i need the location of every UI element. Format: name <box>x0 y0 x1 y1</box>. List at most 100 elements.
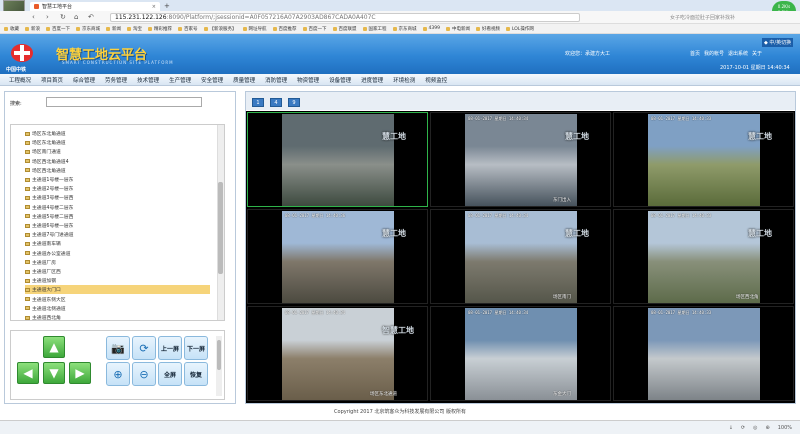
video-cell[interactable]: 08-01-2017 星期日 14:40:33 <box>613 306 794 401</box>
status-item[interactable]: 100% <box>778 425 792 431</box>
tree-node-camera[interactable]: 场区南门通道 <box>25 147 61 156</box>
video-cell[interactable]: 08-01-2017 星期日 14:40:33 慧工地 <box>613 112 794 207</box>
prev-screen-button[interactable]: 上一屏 <box>158 336 182 360</box>
header-link[interactable]: 我的帐号 <box>704 50 724 57</box>
snapshot-button[interactable]: 📷 <box>106 336 130 360</box>
zoom-in-button[interactable]: ⊕ <box>106 362 130 386</box>
tree-node-camera[interactable]: 主通道厂区西 <box>25 267 61 276</box>
rotate-button[interactable]: ⟳ <box>132 336 156 360</box>
ptz-right-button[interactable]: ▶ <box>69 362 91 384</box>
fullscreen-button[interactable]: 全屏 <box>158 362 182 386</box>
ptz-down-button[interactable]: ▼ <box>43 362 65 384</box>
bookmark-item[interactable]: 百度一下 <box>46 26 70 32</box>
video-cell[interactable]: 08-01-2017 星期日 14:40:34 慧工地 东门出入 <box>430 112 611 207</box>
video-cell[interactable]: 08-01-2017 星期日 14:40:33 慧工地 场区西北角 <box>613 209 794 304</box>
video-cell[interactable]: 08-01-2017 星期日 14:40:34 慧工地 场区南门 <box>430 209 611 304</box>
browser-tab[interactable]: 智慧工地平台 × <box>30 2 160 11</box>
menu-item[interactable]: 消防管理 <box>260 76 292 84</box>
zoom-out-button[interactable]: ⊖ <box>132 362 156 386</box>
status-item[interactable]: ↓ <box>729 425 733 431</box>
tree-node-camera[interactable]: 主通道南车辆 <box>25 239 61 248</box>
layout-1-button[interactable]: 1 <box>252 98 264 107</box>
tree-scroll-thumb[interactable] <box>218 182 223 274</box>
header-link[interactable]: 退出系统 <box>728 50 748 57</box>
bookmark-item[interactable]: 收藏 <box>4 26 19 32</box>
tree-node-camera[interactable]: 场区西北角通道4 <box>25 157 69 166</box>
menu-item[interactable]: 进度管理 <box>356 76 388 84</box>
bookmark-item[interactable]: 百度联盟 <box>332 26 357 32</box>
bookmark-item[interactable]: 新闻 <box>106 26 121 32</box>
video-cell[interactable]: 08-01-2017 星期日 14:40:36 慧工地 <box>247 209 428 304</box>
menu-item[interactable]: 环境检测 <box>388 76 420 84</box>
layout-9-button[interactable]: 9 <box>288 98 300 107</box>
reload-icon[interactable]: ↻ <box>60 13 66 21</box>
tree-node-camera[interactable]: 主通道东侧大区 <box>25 295 66 304</box>
menu-item[interactable]: 质量管理 <box>228 76 260 84</box>
forward-icon[interactable]: › <box>46 13 49 21</box>
tree-node-camera[interactable]: 主通道2号楼一层东 <box>25 184 73 193</box>
bookmark-item[interactable]: 【新浪服务】 <box>203 26 237 32</box>
home-icon[interactable]: ⌂ <box>74 13 78 21</box>
tree-node-camera[interactable]: 主通道4号楼二层东 <box>25 203 73 212</box>
status-item[interactable]: ◎ <box>753 425 757 431</box>
bookmark-item[interactable]: 网址导航 <box>242 26 267 32</box>
menu-item[interactable]: 综合管理 <box>68 76 100 84</box>
status-item[interactable]: ⟳ <box>741 425 745 431</box>
tree-node-camera[interactable]: 主通道办公室通道 <box>25 249 70 258</box>
header-link[interactable]: 关于 <box>752 50 762 57</box>
browser-search-hint[interactable]: 女子吃冷面拉肚子回家补找补 <box>670 14 735 21</box>
ptz-left-button[interactable]: ◀ <box>17 362 39 384</box>
video-cell[interactable]: 08-01-2017 星期日 14:40:34 智慧工地 场区东北通道 <box>247 306 428 401</box>
tree-node-camera[interactable]: 主通道北侧通道 <box>25 304 66 313</box>
layout-4-button[interactable]: 4 <box>270 98 282 107</box>
tree-node-camera[interactable]: 主通道大门口 <box>25 285 210 295</box>
header-link[interactable]: 首页 <box>690 50 700 57</box>
bookmark-item[interactable]: 京东商城 <box>392 26 417 32</box>
tree-node-camera[interactable]: 场区西北角通道 <box>25 166 66 175</box>
menu-item[interactable]: 视频监控 <box>420 76 452 84</box>
new-tab-icon[interactable]: + <box>164 3 170 10</box>
tree-node-camera[interactable]: 主通道3号楼一层西 <box>25 193 73 202</box>
bookmark-item[interactable]: 好看视频 <box>475 26 500 32</box>
control-scroll-thumb[interactable] <box>217 340 221 370</box>
bookmark-item[interactable]: 新浪 <box>25 26 40 32</box>
tree-node-camera[interactable]: 主通道西北角 <box>25 313 61 320</box>
bookmark-item[interactable]: 百家号 <box>178 26 198 32</box>
search-input[interactable] <box>46 97 202 107</box>
bookmark-item[interactable]: LOL操作网 <box>505 26 534 32</box>
bookmark-item[interactable]: 4399 <box>422 26 440 31</box>
restore-button[interactable]: 恢复 <box>184 362 208 386</box>
menu-item[interactable]: 生产管理 <box>164 76 196 84</box>
menu-item[interactable]: 劳务管理 <box>100 76 132 84</box>
tree-node-camera[interactable]: 主通道加钢 <box>25 276 56 285</box>
menu-item[interactable]: 安全管理 <box>196 76 228 84</box>
bookmark-item[interactable]: 百度一下 <box>302 26 327 32</box>
menu-item[interactable]: 设备管理 <box>324 76 356 84</box>
menu-item[interactable]: 项目首页 <box>36 76 68 84</box>
video-cell[interactable]: 慧工地 <box>247 112 428 207</box>
bookmark-item[interactable]: 中电新闻 <box>445 26 470 32</box>
tree-node-camera[interactable]: 场区东北角通道 <box>25 138 66 147</box>
bookmark-item[interactable]: 淘宝 <box>127 26 142 32</box>
menu-item[interactable]: 技术管理 <box>132 76 164 84</box>
menu-item[interactable]: 工程概况 <box>4 76 36 84</box>
video-cell[interactable]: 08-01-2017 星期日 14:40:34 东金大门 <box>430 306 611 401</box>
address-bar[interactable]: 115.231.122.126 :8090/Platform/;jsession… <box>110 13 580 22</box>
bookmark-item[interactable]: 百度推荐 <box>272 26 297 32</box>
status-item[interactable]: ⊕ <box>766 425 770 431</box>
tree-node-camera[interactable]: 主通道7号门进通道 <box>25 230 73 239</box>
tree-node-camera[interactable]: 主通道6号楼一层东 <box>25 221 73 230</box>
tab-close-icon[interactable]: × <box>152 4 156 10</box>
bookmark-item[interactable]: 国家工程 <box>362 26 387 32</box>
back-icon[interactable]: ‹ <box>32 13 35 21</box>
tree-node-camera[interactable]: 场区东北角通道 <box>25 129 66 138</box>
undo-icon[interactable]: ↶ <box>88 13 94 21</box>
bookmark-item[interactable]: 京东商城 <box>76 26 100 32</box>
language-switch[interactable]: ◆ 中/英切换 <box>762 38 794 47</box>
menu-item[interactable]: 物资管理 <box>292 76 324 84</box>
bookmark-item[interactable]: 精彩推荐 <box>148 26 172 32</box>
next-screen-button[interactable]: 下一屏 <box>184 336 208 360</box>
tree-node-camera[interactable]: 主通道1号楼一层东 <box>25 175 73 184</box>
tree-node-camera[interactable]: 主通道5号楼二层西 <box>25 212 73 221</box>
ptz-up-button[interactable]: ▲ <box>43 336 65 358</box>
